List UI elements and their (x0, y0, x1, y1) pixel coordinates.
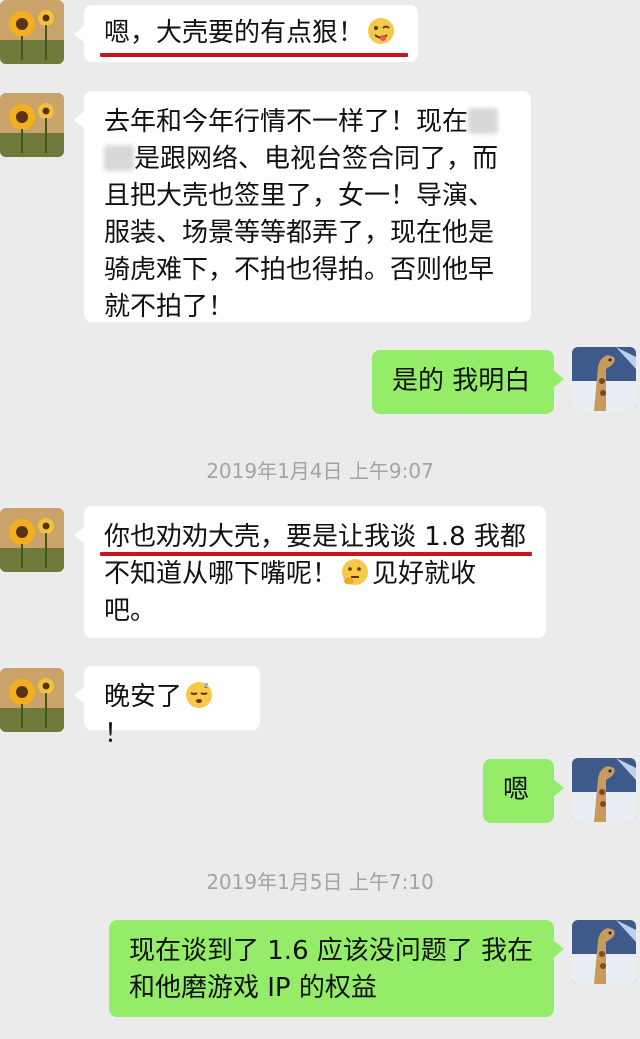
highlight-underline (100, 53, 408, 57)
message-line: 吧。 (104, 596, 157, 626)
message-line: 就不拍了！ (104, 292, 235, 322)
message-text: 晚安了 (104, 682, 183, 712)
message-bubble-incoming[interactable]: 晚安了 z！ (74, 666, 260, 749)
message-bubble-incoming[interactable]: 你也劝劝大壳，要是让我谈 1.8 我都 不知道从哪下嘴呢！ 见好就收 吧。 (74, 506, 546, 638)
message-text: 是的 我明白 (392, 366, 531, 396)
timestamp: 2019年1月4日 上午9:07 (206, 459, 434, 483)
message-text: 嗯，大壳要的有点狠！ (104, 18, 365, 48)
user-avatar-giraffe[interactable] (572, 920, 636, 984)
message-line: 且把大壳也签里了，女一！导演、 (104, 181, 495, 211)
contact-avatar-sunflower[interactable] (0, 0, 64, 64)
message-line: 去年和今年行情不一样了！现在 (104, 104, 511, 141)
message-line: 骑虎难下，不拍也得拍。否则他早 (104, 255, 495, 285)
message-text: 嗯 (503, 775, 530, 805)
message-bubble-outgoing[interactable]: 嗯 (483, 759, 564, 823)
user-avatar-giraffe[interactable] (572, 347, 636, 411)
message-line: 是跟网络、电视台签合同了，而 (104, 141, 511, 178)
timestamp: 2019年1月5日 上午7:10 (206, 870, 434, 894)
message-line: 你也劝劝大壳，要是让我谈 1.8 我都 (104, 522, 526, 552)
message-line: 和他磨游戏 IP 的权益 (129, 973, 377, 1003)
chat-view: 嗯，大壳要的有点狠！ 去年和今年行情不一样了！现在 是跟网络、电视台签合同了，而… (0, 0, 640, 1039)
message-bubble-outgoing[interactable]: 现在谈到了 1.6 应该没问题了 我在 和他磨游戏 IP 的权益 (109, 920, 564, 1017)
message-line: 服装、场景等等都弄了，现在他是 (104, 218, 495, 248)
highlight-underline (100, 552, 532, 556)
message-bubble-outgoing[interactable]: 是的 我明白 (372, 350, 564, 414)
contact-avatar-sunflower[interactable] (0, 668, 64, 732)
sleeping-emoji-icon: z (184, 680, 214, 710)
message-line: 不知道从哪下嘴呢！ 见好就收 (104, 557, 477, 589)
redacted-blur (468, 108, 499, 134)
svg-text:z: z (204, 681, 208, 690)
user-avatar-giraffe[interactable] (572, 758, 636, 822)
redacted-blur (104, 145, 134, 171)
message-line: 现在谈到了 1.6 应该没问题了 我在 (129, 936, 534, 966)
contact-avatar-sunflower[interactable] (0, 93, 64, 157)
wink-tongue-emoji-icon (366, 16, 396, 46)
thinking-emoji-icon (340, 557, 370, 587)
contact-avatar-sunflower[interactable] (0, 508, 64, 572)
message-bubble-incoming[interactable]: 去年和今年行情不一样了！现在 是跟网络、电视台签合同了，而 且把大壳也签里了，女… (74, 91, 531, 322)
